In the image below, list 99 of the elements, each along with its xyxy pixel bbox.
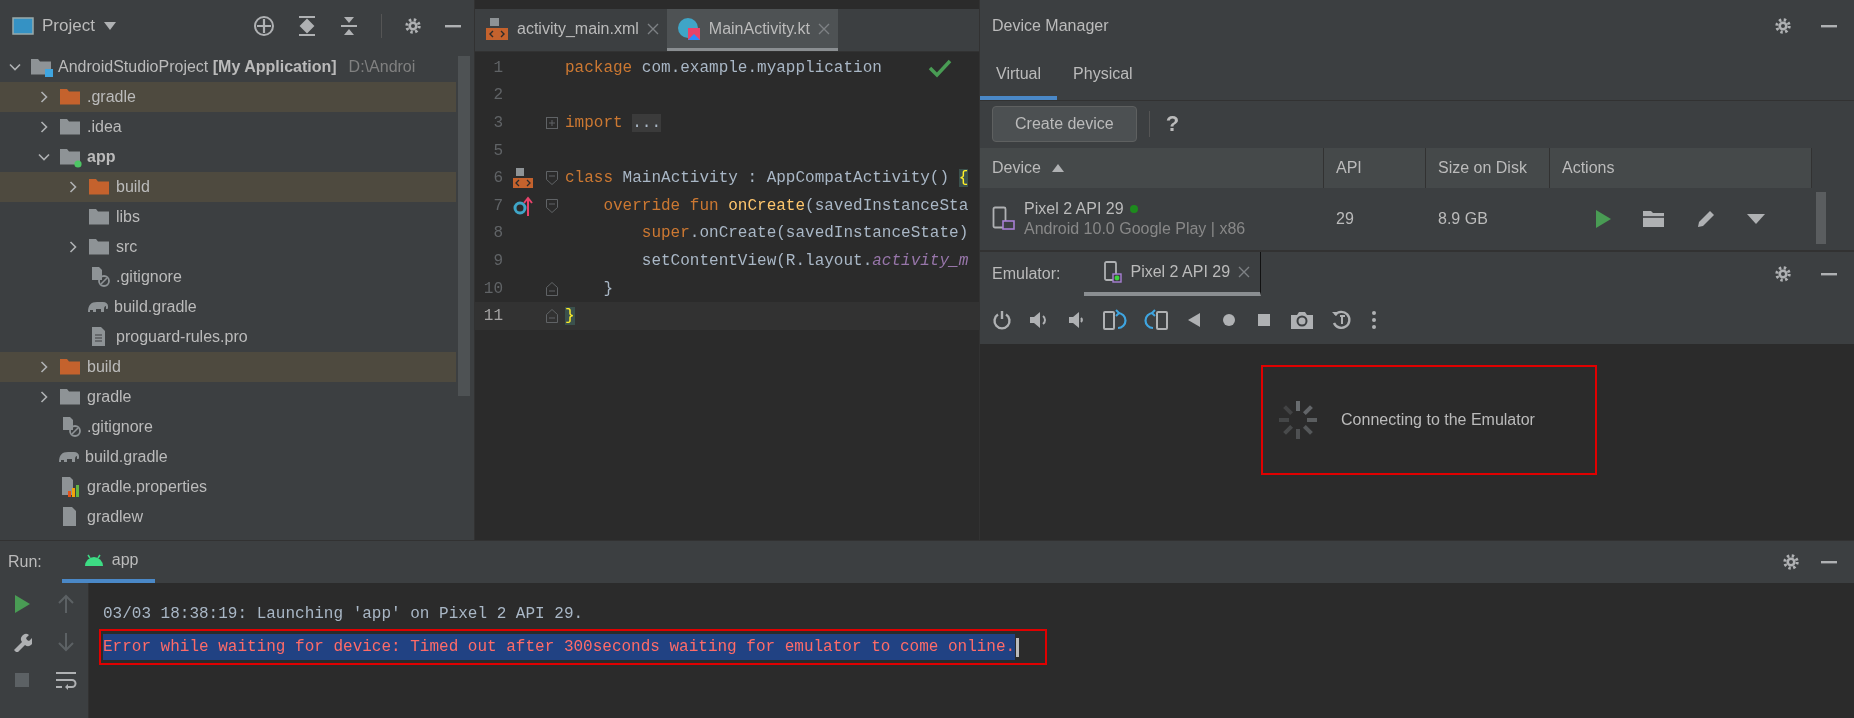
folder-icon xyxy=(59,356,83,378)
editor-tab[interactable]: MainActivity.kt xyxy=(666,9,838,51)
wrench-icon[interactable] xyxy=(12,632,32,652)
close-tab-icon[interactable] xyxy=(646,22,659,35)
dropdown-icon[interactable] xyxy=(1746,213,1766,225)
folder-icon xyxy=(88,176,112,198)
column-header[interactable]: Actions xyxy=(1550,148,1812,188)
line-number: 11 xyxy=(482,307,503,326)
line-number: 6 xyxy=(492,169,503,188)
code-line: import ... xyxy=(564,114,661,132)
run-icon[interactable] xyxy=(1594,209,1612,229)
tab[interactable]: Virtual xyxy=(980,52,1058,100)
tree-item-label[interactable]: gradle.properties xyxy=(87,478,208,496)
panel-title: Device Manager xyxy=(992,17,1109,35)
help-button[interactable]: ? xyxy=(1161,111,1184,138)
line-number: 10 xyxy=(482,279,503,298)
android-icon xyxy=(83,553,104,567)
panel-title: Emulator: xyxy=(992,265,1061,283)
tree-item-label[interactable]: proguard-rules.pro xyxy=(116,328,248,346)
loading-spinner-icon xyxy=(1277,399,1320,441)
create-device-button[interactable]: Create device xyxy=(992,106,1137,143)
line-number: 9 xyxy=(492,251,503,270)
tree-item-label[interactable]: gradle xyxy=(87,388,132,406)
soft-wrap-icon[interactable] xyxy=(55,670,77,690)
code-line: setContentView(R.layout.activity_m xyxy=(640,251,969,270)
sort-ascending-icon[interactable] xyxy=(1050,163,1065,173)
locate-icon[interactable] xyxy=(253,15,275,37)
tree-item-label[interactable]: .gitignore xyxy=(116,268,182,286)
snapshot-icon[interactable] xyxy=(1331,309,1353,331)
xml-file-icon xyxy=(485,16,509,41)
volume-down-icon[interactable] xyxy=(1068,310,1086,330)
phone-icon xyxy=(1104,261,1123,283)
settings-icon[interactable] xyxy=(404,17,422,35)
text-cursor xyxy=(1016,637,1020,657)
tree-item-label[interactable]: build xyxy=(87,358,121,376)
project-view-dropdown[interactable]: Project xyxy=(8,14,121,38)
excluded-row[interactable]: .gradle xyxy=(0,82,456,112)
scrollbar-thumb[interactable] xyxy=(1816,192,1826,244)
console-line: 03/03 18:38:19: Launching 'app' on Pixel 2 API 29. xyxy=(103,604,584,625)
dropdown-icon[interactable] xyxy=(102,21,117,31)
column-header[interactable]: Size on Disk xyxy=(1426,148,1550,188)
tree-item-label[interactable]: .gitignore xyxy=(87,418,153,436)
kotlin-class-icon xyxy=(676,16,701,41)
layout-file-icon[interactable] xyxy=(512,167,534,190)
code-line: } xyxy=(602,279,613,298)
run-icon[interactable] xyxy=(13,594,31,614)
tree-item-label[interactable]: build.gradle xyxy=(114,298,197,316)
column-header[interactable]: Device xyxy=(980,148,1324,188)
line-number: 7 xyxy=(492,196,503,215)
device-name: Pixel 2 API 29 xyxy=(1024,200,1124,218)
device-details: Android 10.0 Google Play | x86 xyxy=(1024,220,1246,238)
folder-icon[interactable] xyxy=(1642,209,1666,229)
more-icon[interactable] xyxy=(1370,310,1378,330)
editor-tab[interactable]: activity_main.xml xyxy=(475,9,667,51)
elephant-icon xyxy=(88,301,110,313)
table-cell: 8.9 GB xyxy=(1438,210,1488,228)
phone-icon xyxy=(992,206,1016,232)
line-number: 8 xyxy=(492,224,503,243)
table-cell: 29 xyxy=(1336,210,1354,228)
excluded-row[interactable]: build xyxy=(0,352,456,382)
line-number: 3 xyxy=(492,114,503,132)
tree-item-label[interactable]: .idea xyxy=(87,118,122,136)
collapse-all-icon[interactable] xyxy=(339,15,359,37)
expand-all-icon[interactable] xyxy=(297,15,317,37)
folder-icon xyxy=(59,86,83,108)
panel-title: Run: xyxy=(8,553,42,571)
settings-icon[interactable] xyxy=(1774,17,1792,35)
tab[interactable]: Physical xyxy=(1057,52,1149,100)
line-number: 5 xyxy=(492,141,503,160)
rotate-left-icon[interactable] xyxy=(1103,309,1127,331)
edit-icon[interactable] xyxy=(1696,209,1716,229)
tree-item-label[interactable]: src xyxy=(116,238,138,256)
close-tab-icon[interactable] xyxy=(1238,266,1251,278)
line-number: 1 xyxy=(492,58,503,77)
code-line: class MainActivity : AppCompatActivity() { xyxy=(564,169,969,188)
project-path: D:\Androi xyxy=(348,58,416,76)
window-icon xyxy=(12,16,34,36)
tree-item-label[interactable]: gradlew xyxy=(87,508,144,526)
tree-item-label[interactable]: app xyxy=(87,148,116,166)
settings-icon[interactable] xyxy=(1782,553,1800,571)
override-icon[interactable] xyxy=(512,194,534,217)
check-icon xyxy=(928,58,952,78)
status-message: Connecting to the Emulator xyxy=(1341,411,1535,429)
line-number: 2 xyxy=(492,86,503,105)
settings-icon[interactable] xyxy=(1774,265,1792,283)
code-line: package com.example.myapplication xyxy=(564,58,882,77)
elephant-icon xyxy=(59,451,81,463)
power-icon[interactable] xyxy=(992,310,1012,330)
tree-item-label[interactable]: .gradle xyxy=(87,88,136,106)
excluded-row[interactable]: build xyxy=(0,172,456,202)
code-line: override fun onCreate(savedInstanceSta xyxy=(602,196,969,215)
tree-item-label[interactable]: build.gradle xyxy=(85,448,168,466)
tree-item-label[interactable]: AndroidStudioProject [My Application] xyxy=(58,58,337,76)
camera-icon[interactable] xyxy=(1290,310,1314,330)
tree-item-label[interactable]: libs xyxy=(116,208,140,226)
code-line: super.onCreate(savedInstanceState) xyxy=(640,224,969,243)
rotate-right-icon[interactable] xyxy=(1144,309,1168,331)
column-header[interactable]: API xyxy=(1324,148,1426,188)
tree-item-label[interactable]: build xyxy=(116,178,150,196)
